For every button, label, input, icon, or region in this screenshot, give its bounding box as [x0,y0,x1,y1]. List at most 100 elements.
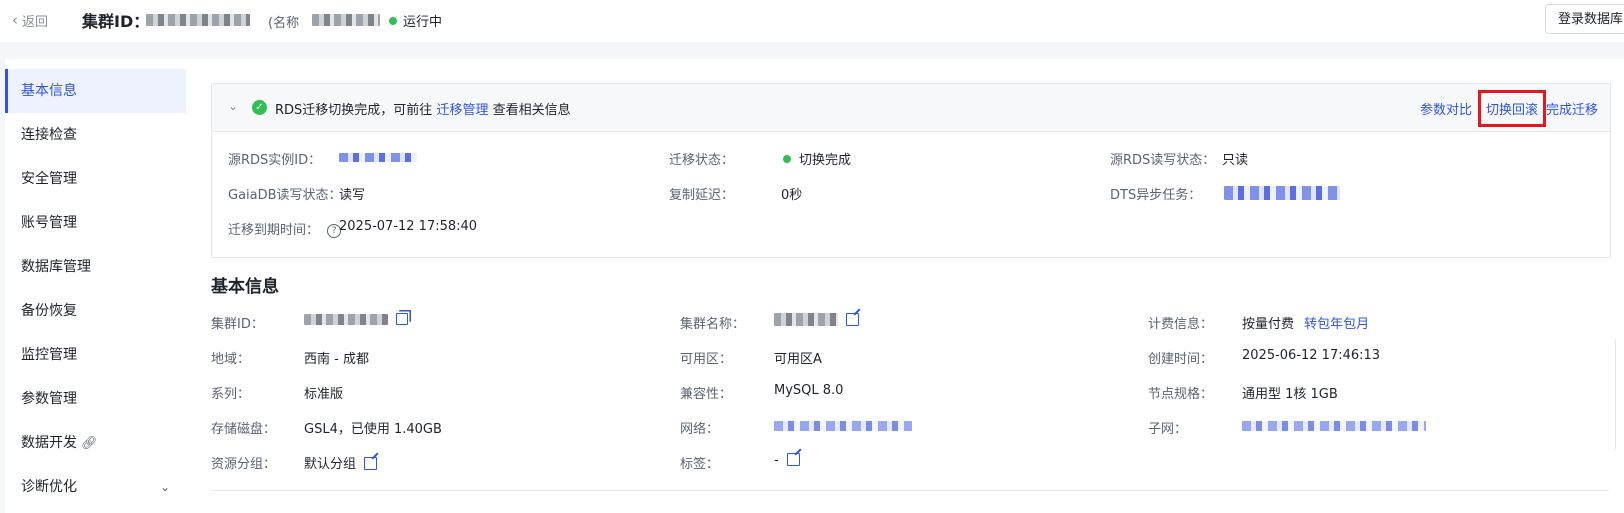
login-database-button[interactable]: 登录数据库 [1545,4,1624,34]
main-content: ⌄ ✓ RDS迁移切换完成，可前往 迁移管理 查看相关信息 参数对比 切换回滚 … [186,59,1624,513]
sidebar-item-label: 诊断优化 [21,479,77,495]
edit-icon[interactable] [786,453,800,466]
migration-actions: 参数对比 切换回滚 完成迁移 [1420,90,1598,127]
zone-label: 可用区： [680,348,732,367]
cluster-id-value [304,313,408,328]
field-value: 可用区A [774,352,822,367]
tags-value: - [774,453,800,468]
migration-panel-header: ⌄ ✓ RDS迁移切换完成，可前往 迁移管理 查看相关信息 参数对比 切换回滚 … [212,84,1610,132]
source-rds-id-field: 源RDS实例ID： [228,149,321,168]
expire-time-value: 2025-07-12 17:58:40 [339,219,477,234]
back-button[interactable]: ‹ 返回 [12,11,49,31]
field-label: 网络： [680,422,720,437]
sidebar-item-diagnosis[interactable]: 诊断优化 ⌄ [5,465,186,509]
compat-label: 兼容性： [680,383,732,402]
resource-group-value: 默认分组 [304,453,378,472]
collapse-chevron-icon[interactable]: ⌄ [228,99,238,113]
field-label: DTS异步任务： [1110,188,1202,203]
field-value: 0秒 [781,188,803,203]
field-label: 存储磁盘： [211,422,277,437]
cluster-name-label: 集群名称： [680,313,745,332]
sidebar-item-label: 数据开发 [21,435,77,451]
migration-status-label-field: 迁移状态： [669,149,734,168]
field-label: 兼容性： [680,387,733,402]
sidebar-item-backup[interactable]: 备份恢复 [5,289,186,333]
sidebar-item-accounts[interactable]: 账号管理 [5,201,186,245]
section-title-basic-info: 基本信息 [211,277,279,297]
field-label: 地域： [211,352,251,367]
field-label: 计费信息： [1148,317,1214,332]
field-label: 集群名称： [680,317,746,332]
complete-migration-link[interactable]: 完成迁移 [1546,99,1598,118]
edit-icon[interactable] [364,457,378,470]
created-value: 2025-06-12 17:46:13 [1242,348,1380,363]
cluster-id-label: 集群ID： [211,313,264,332]
field-value: 西南 - 成都 [304,352,369,367]
external-link-icon: 🔗︎ [81,436,98,451]
subnet-redacted[interactable] [1242,421,1426,431]
field-label: 子网： [1148,422,1188,437]
edit-icon[interactable] [846,313,859,326]
field-value: 读写 [339,188,366,203]
network-label: 网络： [680,418,719,437]
field-label: 迁移到期时间： [228,223,320,238]
field-label: 资源分组： [211,457,277,472]
convert-to-monthly-link[interactable]: 转包年包月 [1304,317,1369,332]
cluster-name-redacted [312,14,380,26]
zone-value: 可用区A [774,348,822,367]
source-rw-status-value: 只读 [1222,149,1248,168]
spec-label: 节点规格： [1148,383,1213,402]
field-value: GSL4，已使用 1.40GB [304,422,442,437]
param-compare-link[interactable]: 参数对比 [1420,99,1472,118]
resource-group-label: 资源分组： [211,453,276,472]
field-label: 集群ID： [211,317,264,332]
sidebar-item-data-dev[interactable]: 数据开发 🔗︎ [5,421,186,465]
migration-panel: ⌄ ✓ RDS迁移切换完成，可前往 迁移管理 查看相关信息 参数对比 切换回滚 … [211,83,1611,258]
field-label: GaiaDB读写状态： [228,188,342,203]
storage-label: 存储磁盘： [211,418,276,437]
field-value: 2025-07-12 17:58:40 [339,219,478,234]
compat-value: MySQL 8.0 [774,383,843,398]
sidebar-item-security[interactable]: 安全管理 [5,157,186,201]
field-label: 可用区： [680,352,733,367]
region-label: 地域： [211,348,250,367]
billing-value: 按量付费 转包年包月 [1242,313,1369,332]
page-header: ‹ 返回 集群ID： (名称 运行中 登录数据库 [0,0,1624,42]
field-value: - [774,453,779,468]
field-value: MySQL 8.0 [774,383,844,398]
expire-time-label-field: 迁移到期时间： ? [228,219,342,238]
sidebar-item-connection-check[interactable]: 连接检查 [5,113,186,157]
field-label: 节点规格： [1148,387,1214,402]
sidebar-item-parameters[interactable]: 参数管理 [5,377,186,421]
region-value: 西南 - 成都 [304,348,369,367]
check-circle-icon: ✓ [252,100,267,115]
sidebar-item-monitoring[interactable]: 监控管理 [5,333,186,377]
message-prefix: RDS迁移切换完成，可前往 [275,103,433,118]
copy-icon[interactable] [396,313,408,325]
back-label: 返回 [22,15,49,30]
replication-delay-label-field: 复制延迟： [669,184,734,203]
migration-message: RDS迁移切换完成，可前往 迁移管理 查看相关信息 [275,99,571,118]
subnet-label: 子网： [1148,418,1187,437]
field-label: 迁移状态： [669,153,735,168]
sidebar-item-basic-info[interactable]: 基本信息 [5,69,186,113]
series-label: 系列： [211,383,250,402]
field-value: 只读 [1222,153,1249,168]
replication-delay-value: 0秒 [781,184,802,203]
switch-rollback-link[interactable]: 切换回滚 [1477,90,1546,127]
spec-value: 通用型 1核 1GB [1242,383,1338,402]
billing-label: 计费信息： [1148,313,1213,332]
sidebar-item-databases[interactable]: 数据库管理 [5,245,186,289]
message-suffix: 查看相关信息 [492,103,571,118]
status-badge: 运行中 [389,11,442,30]
dts-task-redacted[interactable] [1224,186,1340,200]
network-redacted[interactable] [774,421,912,431]
field-value: 标准版 [304,387,344,402]
tags-label: 标签： [680,453,719,472]
floating-side-panel[interactable] [1615,339,1624,449]
storage-value: GSL4，已使用 1.40GB [304,418,442,437]
migration-management-link[interactable]: 迁移管理 [436,103,488,118]
field-label: 系列： [211,387,251,402]
gaiadb-rw-status-value: 读写 [339,184,365,203]
migration-status-value: 切换完成 [783,149,851,168]
